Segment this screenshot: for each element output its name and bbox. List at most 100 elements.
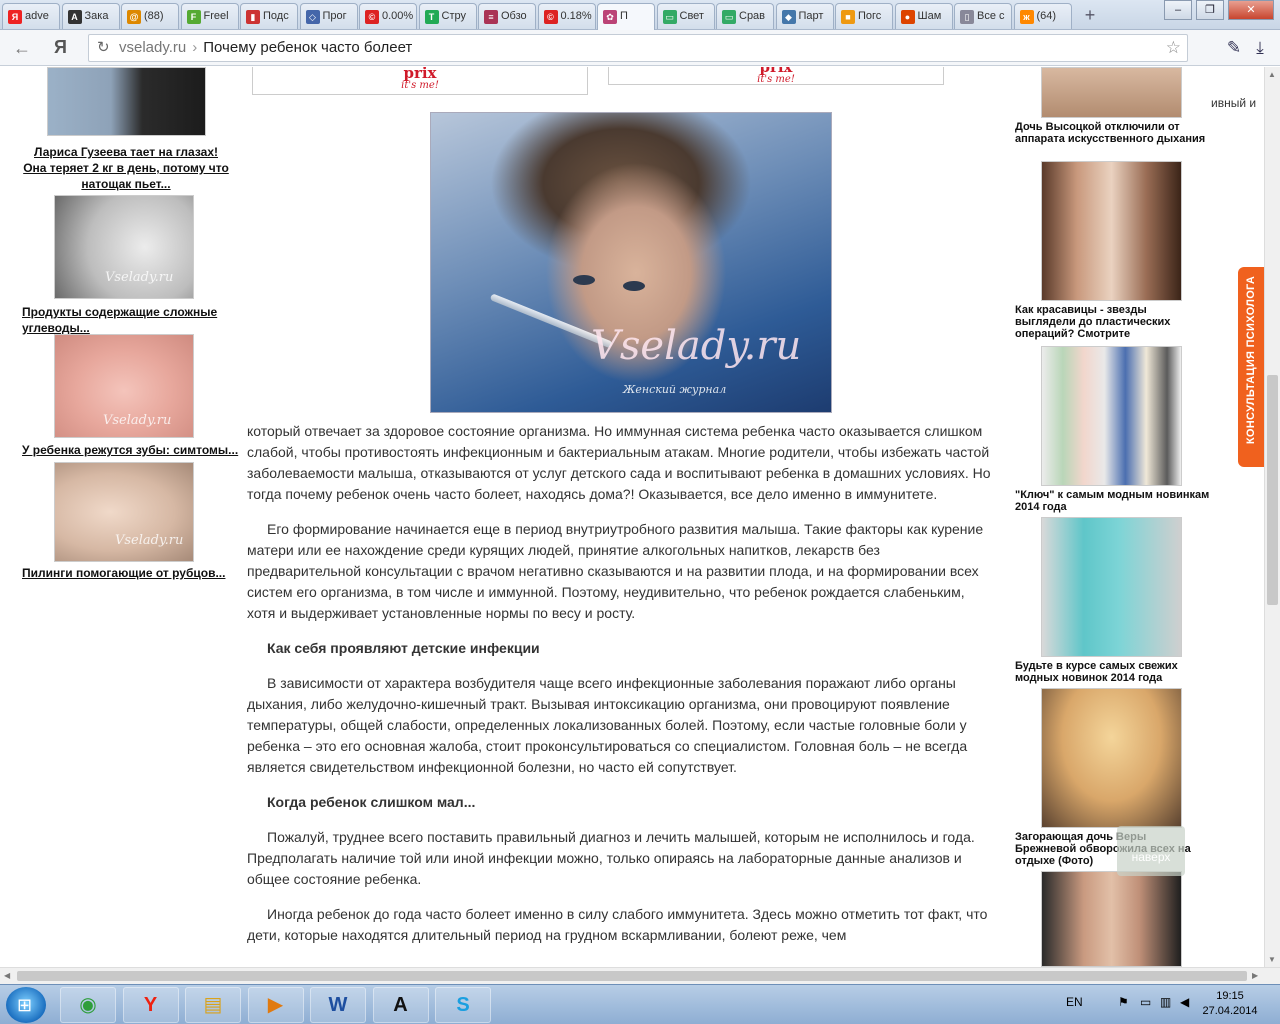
left-caption-3[interactable]: У ребенка режутся зубы: симтомы... [22,442,252,458]
tab-label: Прог [322,10,347,22]
browser-tab[interactable]: ◇ Прог [299,3,358,29]
psychologist-consult-tab[interactable]: КОНСУЛЬТАЦИЯ ПСИХОЛОГА [1238,267,1264,467]
vertical-scroll-thumb[interactable] [1267,375,1278,605]
article-paragraph: В зависимости от характера возбудителя ч… [247,675,968,775]
tab-label: Обзо [501,10,527,22]
new-tab-button[interactable]: + [1078,5,1102,25]
display-icon[interactable]: ▭ [1140,995,1151,1009]
yandex-button[interactable]: Я [54,37,67,58]
browser-tab[interactable]: ✿ П [597,3,655,30]
maximize-button[interactable]: ❐ [1196,0,1224,20]
start-button[interactable]: ⊞ [6,987,46,1023]
left-caption-2[interactable]: Продукты содержащие сложные углеводы... [22,304,230,336]
bookmark-star-icon[interactable]: ☆ [1166,35,1181,61]
tab-favicon-icon: © [365,10,379,24]
system-clock[interactable]: 19:15 27.04.2014 [1200,989,1260,1019]
tab-favicon-icon: ≡ [484,10,498,24]
horizontal-scrollbar[interactable]: ◀ ▶ [0,967,1280,984]
browser-tab[interactable]: ▭ Свет [656,3,715,29]
ad-banner-left[interactable]: prix it's me! [252,67,588,95]
right-caption-4[interactable]: Будьте в курсе самых свежих модных новин… [1015,660,1215,684]
horizontal-scroll-thumb[interactable] [17,971,1247,981]
browser-tab[interactable]: ▮ Подс [240,3,298,29]
language-indicator[interactable]: EN [1066,995,1083,1009]
taskbar-app-button[interactable]: S [435,987,491,1023]
left-thumb-2[interactable]: Vselady.ru [54,195,194,299]
ad-banner-right[interactable]: prix it's me! [608,67,944,85]
browser-tab[interactable]: @ (88) [121,3,179,29]
browser-tab[interactable]: ж (64) [1013,3,1072,29]
close-window-button[interactable]: ✕ [1228,0,1274,20]
scroll-up-arrow-icon[interactable]: ▲ [1268,70,1276,79]
left-thumb-3[interactable]: Vselady.ru [54,334,194,438]
scroll-down-arrow-icon[interactable]: ▼ [1268,955,1276,964]
right-thumb-1[interactable] [1041,67,1182,118]
browser-tab[interactable]: A Зака [61,3,120,29]
browser-tab[interactable]: ≡ Обзо [478,3,536,29]
tab-favicon-icon: @ [127,10,141,24]
minimize-button[interactable]: – [1164,0,1192,20]
tab-label: adve [25,10,49,22]
browser-tab[interactable]: T Стру [418,3,477,29]
left-thumb-1[interactable] [47,67,206,136]
left-thumb-4[interactable]: Vselady.ru [54,462,194,562]
right-thumb-3[interactable] [1041,346,1182,486]
left-caption-4[interactable]: Пилинги помогающие от рубцов... [22,565,252,581]
right-caption-1[interactable]: Дочь Высоцкой отключили от аппарата иску… [1015,121,1215,145]
browser-tab[interactable]: ● Шам [894,3,953,29]
url-input[interactable]: ↻ vselady.ru › Почему ребенок часто болеет… [88,34,1188,62]
tab-favicon-icon: T [424,10,439,24]
browser-tab[interactable]: ▭ Срав [716,3,774,29]
right-thumb-2[interactable] [1041,161,1182,301]
taskbar-app-button[interactable]: A [372,987,429,1023]
scroll-left-arrow-icon[interactable]: ◀ [4,971,10,980]
windows-logo-icon: ⊞ [17,995,33,1015]
browser-tab[interactable]: ■ Погс [835,3,893,29]
right-thumb-5[interactable] [1041,688,1182,828]
taskbar-app-button[interactable]: Y [122,987,179,1023]
right-caption-3[interactable]: "Ключ" к самым модным новинкам 2014 года [1015,489,1215,513]
tab-bar: Яadve A Зака @ (88) F Freel ▮ Подс ◇ Прог © 0.00% T Ст… [0,0,1280,30]
tab-favicon-icon: A [67,10,82,24]
banner-slogan: it's me! [401,80,439,91]
back-to-top-button[interactable]: наверх [1117,826,1185,876]
browser-tab[interactable]: ▯ Все с [954,3,1012,29]
tab-favicon-icon: © [543,10,558,24]
tab-favicon-icon: ж [1019,10,1034,24]
scroll-right-arrow-icon[interactable]: ▶ [1252,971,1258,980]
reload-icon[interactable]: ↻ [97,35,110,61]
browser-tab[interactable]: ◆ Парт [775,3,834,29]
tab-favicon-icon: ● [900,10,915,24]
tab-label: Стру [441,10,466,22]
volume-icon[interactable]: ◀ [1180,995,1189,1009]
taskbar-app-button[interactable]: ▤ [185,987,241,1023]
clipped-text: ивный и [1211,96,1257,110]
download-icon[interactable]: ⤓ [1248,36,1272,60]
tab-label: 0.18% [560,10,592,22]
left-caption-1[interactable]: Лариса Гузеева тает на глазах! Она теряе… [22,144,230,192]
browser-tab[interactable]: © 0.00% [359,3,417,29]
right-thumb-6[interactable] [1041,871,1182,967]
thumb-watermark: Vselady.ru [105,270,174,285]
browser-tab[interactable]: Яadve [2,3,60,29]
web-page: Лариса Гузеева тает на глазах! Она теряе… [0,67,1264,967]
clock-time: 19:15 [1216,990,1244,1002]
vertical-scrollbar[interactable]: ▲ ▼ [1264,67,1280,967]
tab-favicon-icon: Я [8,10,22,24]
pen-icon[interactable]: ✎ [1222,36,1246,60]
right-thumb-4[interactable] [1041,517,1182,657]
right-caption-2[interactable]: Как красавицы - звезды выглядели до плас… [1015,304,1195,340]
tab-favicon-icon: ▯ [960,10,974,24]
tab-label: (64) [1036,10,1057,22]
browser-tab[interactable]: © 0.18% [537,3,596,29]
tab-label: Срав [739,10,766,22]
browser-tab[interactable]: F Freel [180,3,239,29]
flag-icon[interactable]: ⚑ [1118,995,1129,1009]
taskbar-app-button[interactable]: W [310,987,366,1023]
taskbar-app-button[interactable]: ◉ [60,987,116,1023]
clock-date: 27.04.2014 [1202,1005,1258,1017]
network-icon[interactable]: ▥ [1160,995,1171,1009]
taskbar-app-button[interactable]: ▶ [247,987,304,1023]
url-page-title: Почему ребенок часто болеет [203,39,413,56]
back-button[interactable]: ← [10,36,34,60]
